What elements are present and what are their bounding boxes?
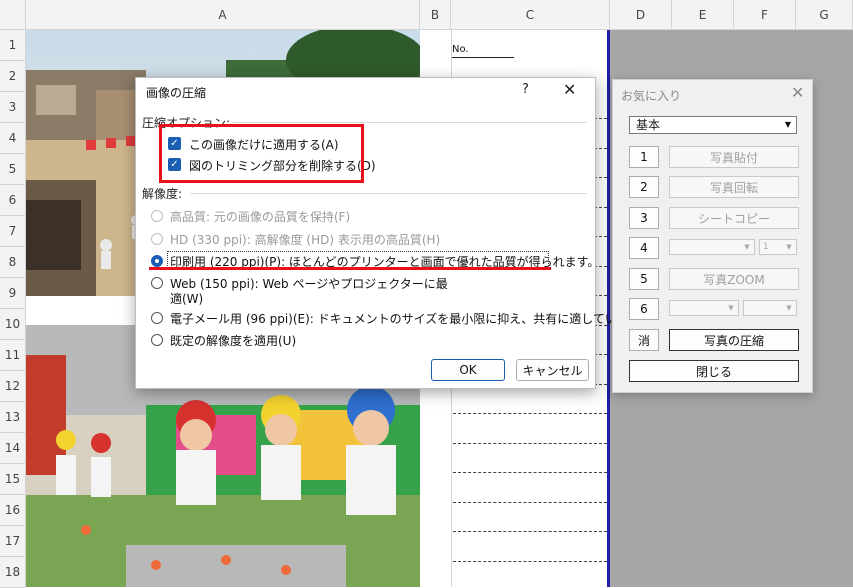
row-header[interactable]: 7 [0,216,26,247]
row-header[interactable]: 11 [0,340,26,371]
section-divider [190,193,587,194]
row-header[interactable]: 3 [0,92,26,123]
chevron-down-icon: ▼ [728,304,734,312]
resolution-print-radio[interactable] [151,255,163,267]
close-icon[interactable]: ✕ [563,80,576,99]
dashed-writing-line [453,413,607,414]
photo-rotate-button: 写真回転 [669,176,799,198]
resolution-hd-label: HD (330 ppi): 高解像度 (HD) 表示用の高品質(H) [170,233,441,247]
column-header-b[interactable]: B [420,0,451,30]
select-all-corner[interactable] [0,0,26,30]
slot-6-combo-a: ▼ [669,300,739,316]
row-header[interactable]: 18 [0,557,26,588]
slot-1-button[interactable]: 1 [629,146,659,168]
chevron-down-icon: ▼ [786,304,792,312]
row-header[interactable]: 8 [0,247,26,278]
slot-6-combo-b: ▼ [743,300,797,316]
number-label: No. [452,44,469,55]
chevron-down-icon: ▼ [786,243,792,251]
resolution-default-radio[interactable] [151,334,163,346]
resolution-high-fidelity-label: 高品質: 元の画像の品質を保持(F) [170,210,351,224]
row-header[interactable]: 15 [0,464,26,495]
preset-dropdown[interactable]: 基本 ▼ [629,116,797,134]
row-header[interactable]: 14 [0,433,26,464]
dashed-writing-line [453,501,607,503]
ok-button[interactable]: OK [431,359,505,381]
resolution-high-fidelity-radio [151,210,163,222]
resolution-default-label[interactable]: 既定の解像度を適用(U) [170,332,296,349]
favorites-panel: お気に入り ✕ 基本 ▼ 1 写真貼付 2 写真回転 3 シートコピー 4 ▼ … [612,79,813,393]
row-header[interactable]: 16 [0,495,26,526]
resolution-web-label-line2[interactable]: 適(W) [170,290,203,307]
dialog-title: 画像の圧縮 [146,86,207,100]
column-header-c[interactable]: C [451,0,610,30]
slot-4-combo-a: ▼ [669,239,755,255]
column-header-a[interactable]: A [26,0,420,30]
resolution-email-label[interactable]: 電子メール用 (96 ppi)(E): ドキュメントのサイズを最小限に抑え、共有… [170,310,652,327]
column-header-d[interactable]: D [610,0,672,30]
row-header[interactable]: 6 [0,185,26,216]
close-icon[interactable]: ✕ [791,83,804,102]
slot-2-button[interactable]: 2 [629,176,659,198]
resolution-email-radio[interactable] [151,312,163,324]
row-header[interactable]: 12 [0,371,26,402]
slot-4-button[interactable]: 4 [629,237,659,259]
row-header[interactable]: 5 [0,154,26,185]
dashed-writing-line [453,531,607,532]
row-header[interactable]: 4 [0,123,26,154]
row-header[interactable]: 1 [0,30,26,61]
slot-6-button[interactable]: 6 [629,298,659,320]
focus-indicator [167,251,549,268]
slot-5-button[interactable]: 5 [629,268,659,290]
highlight-box-annotation [159,124,364,183]
row-header[interactable]: 9 [0,278,26,309]
resolution-web-radio[interactable] [151,277,163,289]
dashed-writing-line [453,472,607,473]
photo-zoom-button: 写真ZOOM [669,268,799,290]
cancel-button[interactable]: キャンセル [516,359,589,381]
slot-3-button[interactable]: 3 [629,207,659,229]
column-header-f[interactable]: F [734,0,796,30]
row-header[interactable]: 17 [0,526,26,557]
row-header[interactable]: 13 [0,402,26,433]
column-header-e[interactable]: E [672,0,734,30]
slot-4-combo-b: 1 ▼ [759,239,797,255]
row-header[interactable]: 2 [0,61,26,92]
dashed-writing-line [453,442,607,444]
highlight-underline-annotation [149,267,551,270]
resolution-hd-radio [151,233,163,245]
chevron-down-icon: ▼ [744,243,750,251]
sheet-copy-button: シートコピー [669,207,799,229]
resolution-label: 解像度: [142,187,183,201]
row-header[interactable]: 10 [0,309,26,340]
print-border [607,30,610,587]
dashed-writing-line [453,560,607,562]
column-header-g[interactable]: G [796,0,853,30]
section-divider [232,122,587,123]
number-underline [452,57,514,58]
photo-compress-button[interactable]: 写真の圧縮 [669,329,799,351]
resolution-web-label[interactable]: Web (150 ppi): Web ページやプロジェクターに最 [170,275,448,292]
chevron-down-icon: ▼ [784,120,792,129]
slot-4-combo-b-value: 1 [763,242,769,252]
favorites-title: お気に入り [621,89,682,103]
photo-paste-button: 写真貼付 [669,146,799,168]
close-panel-button[interactable]: 閉じる [629,360,799,382]
preset-value: 基本 [636,118,661,132]
help-icon[interactable]: ? [522,82,529,97]
clear-button[interactable]: 消 [629,329,659,351]
